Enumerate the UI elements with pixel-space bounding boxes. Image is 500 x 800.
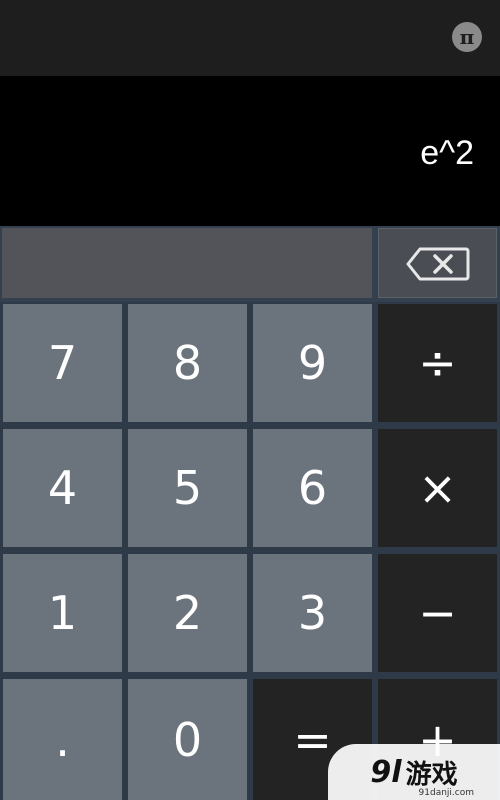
key-9[interactable]: 9 xyxy=(253,304,372,422)
key-3[interactable]: 3 xyxy=(253,554,372,672)
expression-display: e^2 xyxy=(420,134,474,172)
pi-icon[interactable]: π xyxy=(452,22,482,52)
minus-button[interactable]: − xyxy=(378,554,497,672)
key-2[interactable]: 2 xyxy=(128,554,247,672)
key-4[interactable]: 4 xyxy=(3,429,122,547)
watermark-logo: 9l 游戏 91danji.com xyxy=(328,744,500,800)
decimal-button[interactable]: . xyxy=(3,679,122,800)
top-bar: π xyxy=(0,0,500,76)
divide-button[interactable]: ÷ xyxy=(378,304,497,422)
key-8[interactable]: 8 xyxy=(128,304,247,422)
multiply-button[interactable]: × xyxy=(378,429,497,547)
watermark-logo-mark: 9l xyxy=(370,754,402,790)
keypad: 7 8 9 ÷ 4 5 6 × 1 2 3 − . 0 = + xyxy=(0,302,500,800)
key-5[interactable]: 5 xyxy=(128,429,247,547)
input-row xyxy=(0,226,500,302)
watermark-url: 91danji.com xyxy=(418,788,474,798)
display-panel: e^2 xyxy=(0,76,500,226)
key-7[interactable]: 7 xyxy=(3,304,122,422)
key-0[interactable]: 0 xyxy=(128,679,247,800)
watermark-text: 游戏 xyxy=(405,759,458,790)
result-field[interactable] xyxy=(2,228,372,298)
backspace-icon xyxy=(406,247,470,281)
key-6[interactable]: 6 xyxy=(253,429,372,547)
key-1[interactable]: 1 xyxy=(3,554,122,672)
backspace-button[interactable] xyxy=(378,228,497,298)
